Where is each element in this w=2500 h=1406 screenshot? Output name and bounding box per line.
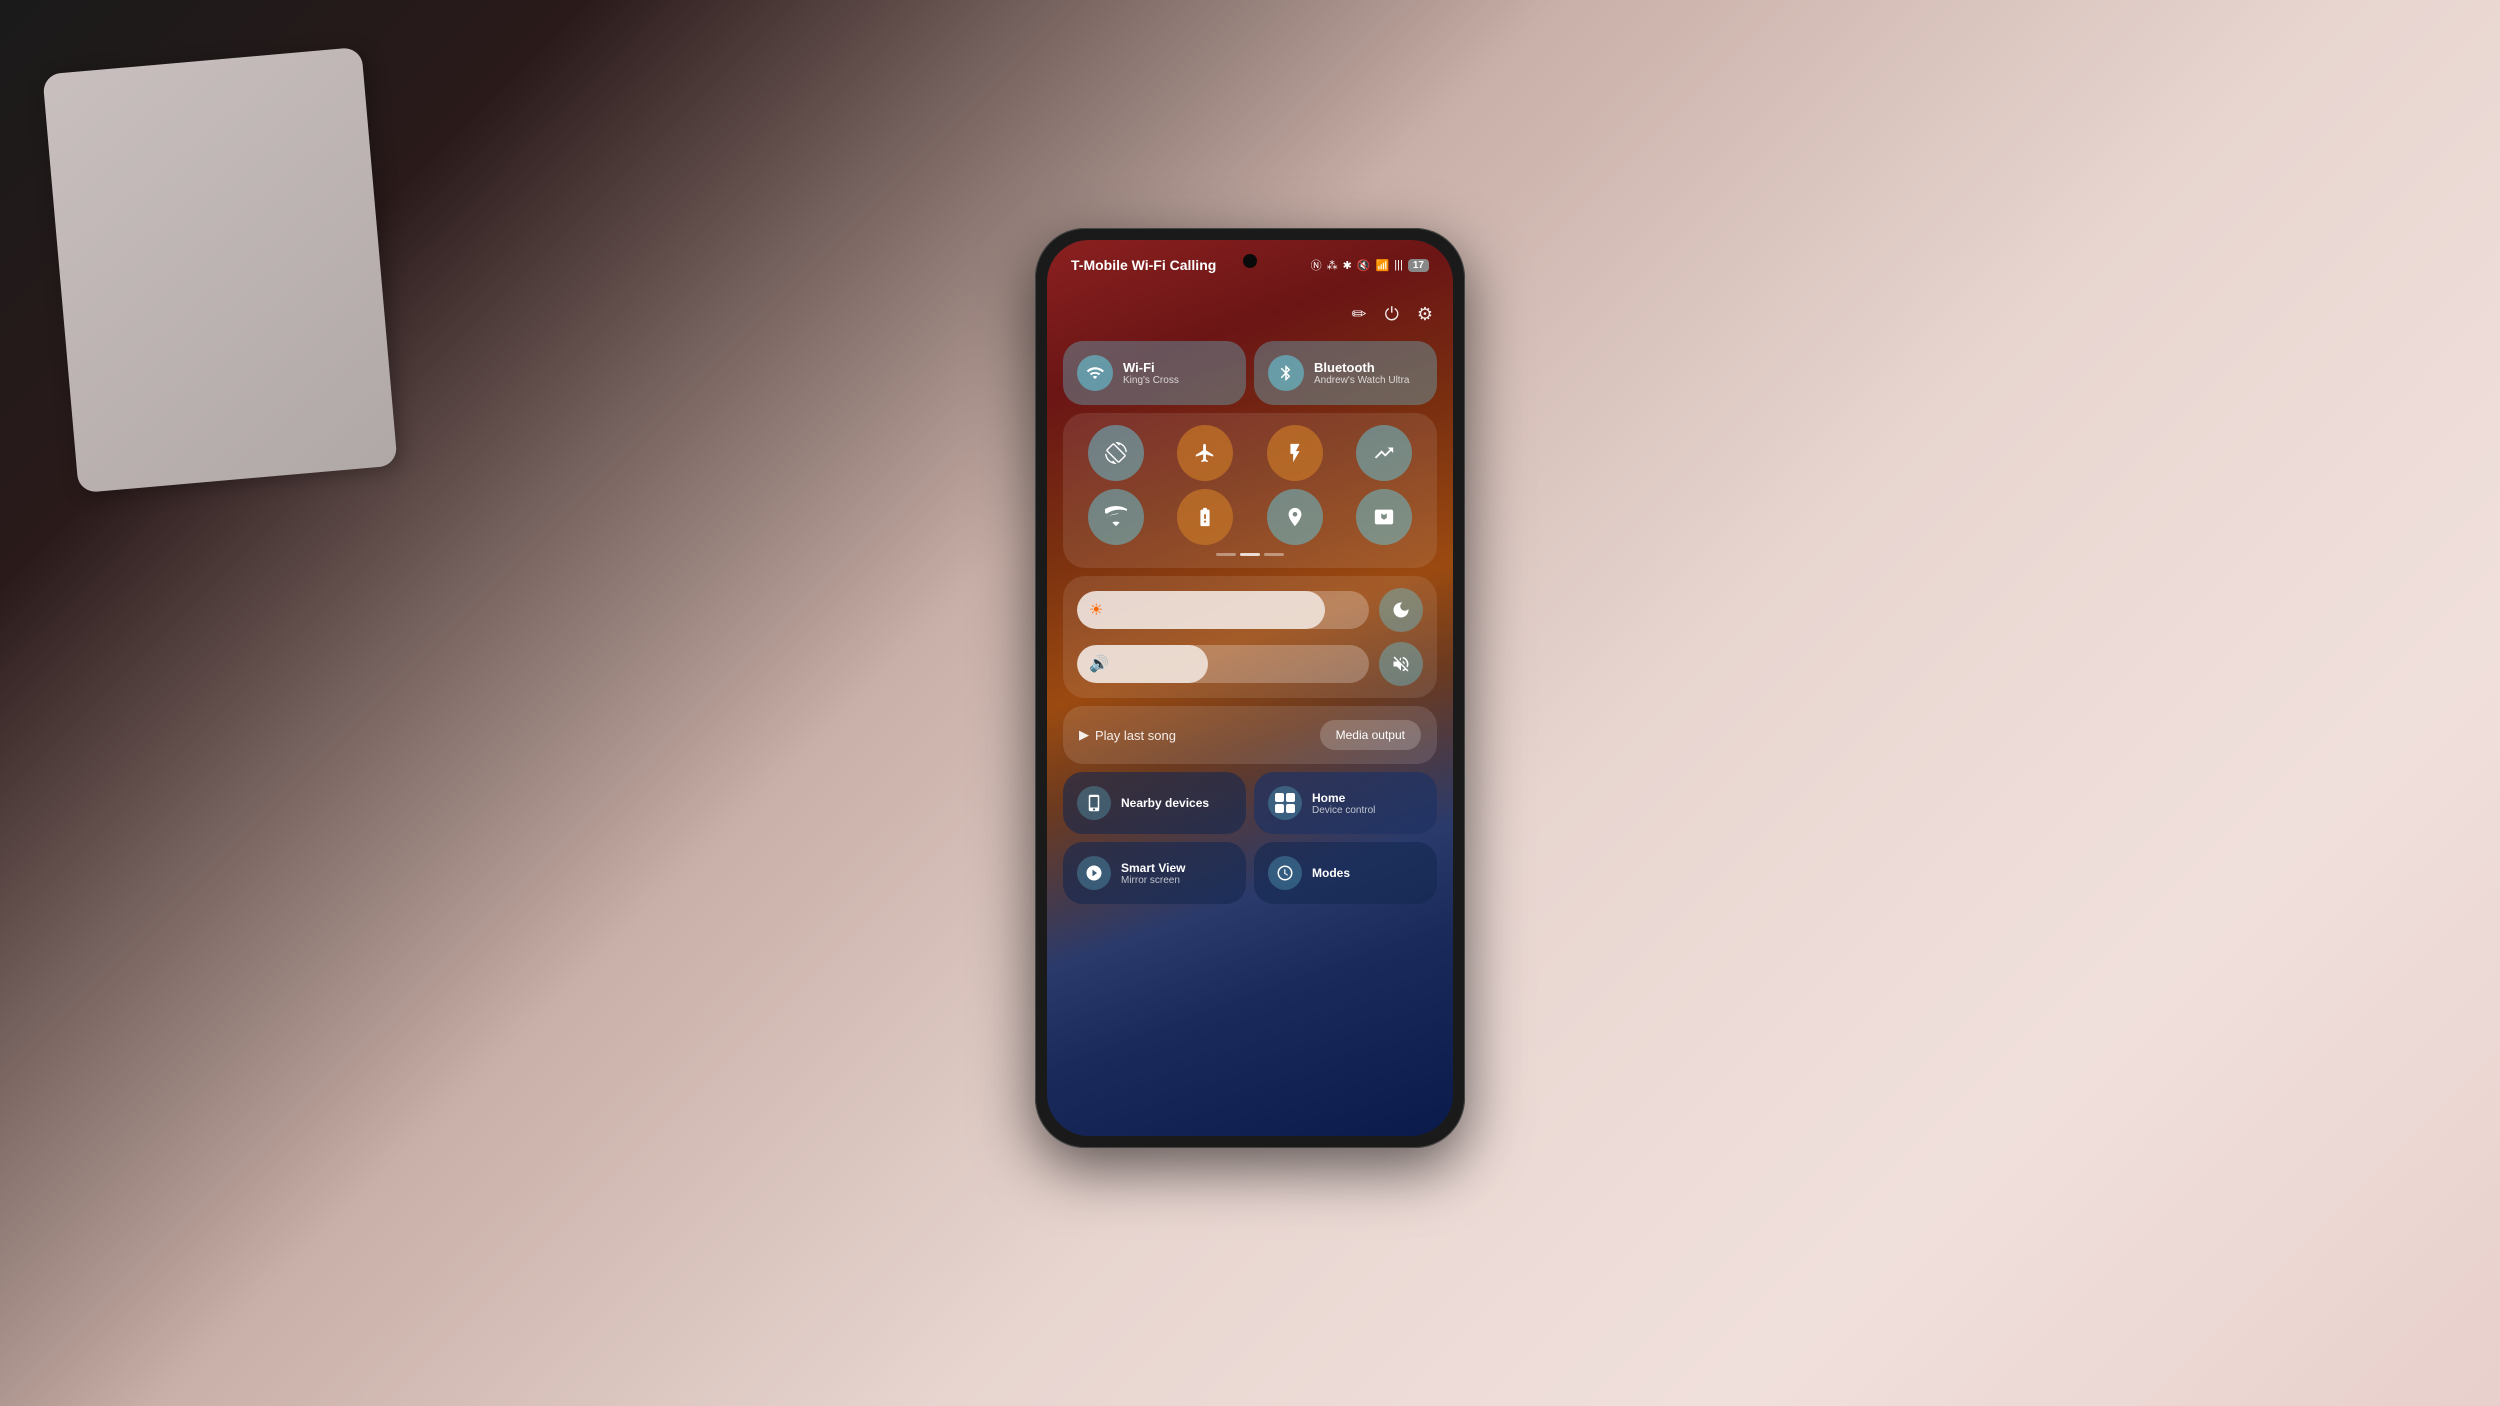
battery-saver-icon (1194, 506, 1216, 528)
volume-slider[interactable]: 🔊 (1077, 645, 1369, 683)
modes-icon-circle (1268, 856, 1302, 890)
data-saver-icon (1373, 442, 1395, 464)
media-output-button[interactable]: Media output (1320, 720, 1421, 750)
cast-icon (1105, 506, 1127, 528)
home-text: Home Device control (1312, 791, 1375, 816)
grid-row-2 (1075, 489, 1425, 545)
wifi-icon (1086, 364, 1104, 382)
bluetooth-subtitle: Andrew's Watch Ultra (1314, 375, 1409, 386)
camera-notch (1243, 254, 1257, 268)
settings-icon[interactable]: ⚙ (1417, 304, 1433, 325)
bottom-row-1: Nearby devices (1063, 772, 1437, 834)
dot-1 (1216, 553, 1236, 556)
grid-row-1 (1075, 425, 1425, 481)
background-tablet (42, 47, 397, 493)
auto-rotate-tile[interactable] (1088, 425, 1144, 481)
wifi-tile[interactable]: Wi-Fi King's Cross (1063, 341, 1246, 405)
flashlight-icon (1284, 442, 1306, 464)
wifi-title: Wi-Fi (1123, 360, 1179, 375)
smart-view-title: Smart View (1121, 861, 1185, 875)
phone-body: T-Mobile Wi-Fi Calling Ⓝ ⁂ ✱ 🔇 📶 ||| 17 … (1035, 228, 1465, 1148)
smart-view-subtitle: Mirror screen (1121, 875, 1185, 886)
bluetooth-status-icon: ✱ (1343, 259, 1352, 272)
modes-icon (1276, 864, 1294, 882)
mute-icon: 🔇 (1357, 259, 1371, 272)
dot-2 (1240, 553, 1260, 556)
carrier-text: T-Mobile Wi-Fi Calling (1071, 257, 1216, 273)
airplane-mode-tile[interactable] (1177, 425, 1233, 481)
bluetooth-text: Bluetooth Andrew's Watch Ultra (1314, 360, 1409, 386)
signal-icon: 📶 (1376, 259, 1390, 272)
sliders-section: ☀ 🔊 (1063, 576, 1437, 698)
power-icon[interactable]: ⏻ (1385, 304, 1399, 325)
page-indicators (1075, 553, 1425, 556)
modes-title: Modes (1312, 866, 1350, 880)
wifi-subtitle: King's Cross (1123, 375, 1179, 386)
mute-icon (1391, 654, 1411, 674)
brightness-slider[interactable]: ☀ (1077, 591, 1369, 629)
home-title: Home (1312, 791, 1375, 805)
auto-rotate-icon (1105, 442, 1127, 464)
smart-view-text: Smart View Mirror screen (1121, 861, 1185, 886)
cast-tile[interactable] (1088, 489, 1144, 545)
modes-tile[interactable]: Modes (1254, 842, 1437, 904)
brightness-icon: ☀ (1089, 600, 1103, 620)
wifi-icon-circle (1077, 355, 1113, 391)
smart-view-tile[interactable]: Smart View Mirror screen (1063, 842, 1246, 904)
smart-view-icon (1085, 864, 1103, 882)
dot-3 (1264, 553, 1284, 556)
data-icon: ⁂ (1327, 259, 1338, 272)
bluetooth-tile[interactable]: Bluetooth Andrew's Watch Ultra (1254, 341, 1437, 405)
edit-row: ✏ ⏻ ⚙ (1063, 300, 1437, 333)
volume-icon: 🔊 (1089, 654, 1109, 674)
bluetooth-icon-circle (1268, 355, 1304, 391)
play-icon: ▶ (1079, 727, 1089, 743)
home-subtitle: Device control (1312, 805, 1375, 816)
moon-icon (1391, 600, 1411, 620)
quick-settings-panel: ✏ ⏻ ⚙ Wi-Fi King's Cross (1047, 290, 1453, 1136)
play-last-song[interactable]: ▶ Play last song (1079, 727, 1176, 743)
edit-icon[interactable]: ✏ (1352, 304, 1367, 325)
airplane-icon (1194, 442, 1216, 464)
bluetooth-icon (1277, 364, 1295, 382)
location-icon (1284, 506, 1306, 528)
volume-row: 🔊 (1077, 642, 1423, 686)
smart-view-icon-circle (1077, 856, 1111, 890)
bottom-tiles: Nearby devices (1063, 772, 1437, 904)
nearby-devices-icon (1085, 794, 1103, 812)
screen-record-tile[interactable] (1356, 489, 1412, 545)
home-grid-icon (1275, 793, 1295, 813)
nearby-devices-tile[interactable]: Nearby devices (1063, 772, 1246, 834)
phone-container: T-Mobile Wi-Fi Calling Ⓝ ⁂ ✱ 🔇 📶 ||| 17 … (1035, 228, 1465, 1148)
modes-text: Modes (1312, 866, 1350, 880)
bottom-row-2: Smart View Mirror screen (1063, 842, 1437, 904)
nearby-devices-icon-circle (1077, 786, 1111, 820)
home-icon-circle (1268, 786, 1302, 820)
play-text: Play last song (1095, 728, 1176, 743)
nearby-devices-title: Nearby devices (1121, 796, 1209, 810)
brightness-fill (1077, 591, 1325, 629)
night-mode-button[interactable] (1379, 588, 1423, 632)
nfc-icon: Ⓝ (1311, 257, 1322, 273)
nearby-devices-text: Nearby devices (1121, 796, 1209, 810)
bluetooth-title: Bluetooth (1314, 360, 1409, 375)
location-tile[interactable] (1267, 489, 1323, 545)
wifi-text: Wi-Fi King's Cross (1123, 360, 1179, 386)
mute-button[interactable] (1379, 642, 1423, 686)
brightness-row: ☀ (1077, 588, 1423, 632)
grid-section (1063, 413, 1437, 568)
home-tile[interactable]: Home Device control (1254, 772, 1437, 834)
data-saver-tile[interactable] (1356, 425, 1412, 481)
screen-record-icon (1373, 506, 1395, 528)
battery-saver-tile[interactable] (1177, 489, 1233, 545)
media-bar: ▶ Play last song Media output (1063, 706, 1437, 764)
flashlight-tile[interactable] (1267, 425, 1323, 481)
phone-screen: T-Mobile Wi-Fi Calling Ⓝ ⁂ ✱ 🔇 📶 ||| 17 … (1047, 240, 1453, 1136)
status-icons: Ⓝ ⁂ ✱ 🔇 📶 ||| 17 (1311, 257, 1429, 273)
toggle-row: Wi-Fi King's Cross Bluetooth Andrew' (1063, 341, 1437, 405)
bars-icon: ||| (1394, 259, 1403, 271)
battery-badge: 17 (1408, 259, 1429, 272)
